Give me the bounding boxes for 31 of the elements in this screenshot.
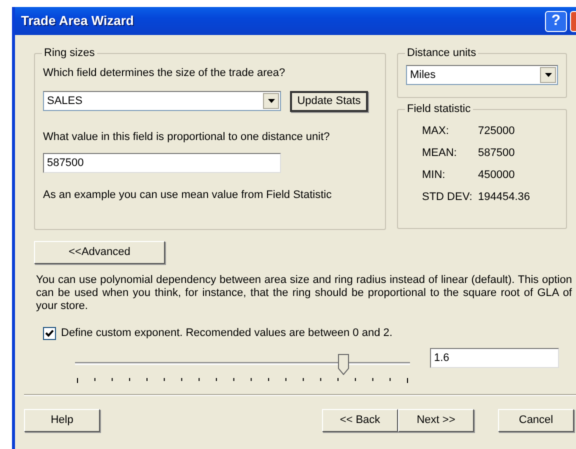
dropdown-field[interactable]: Miles	[406, 65, 558, 85]
stat-label: STD DEV:	[422, 190, 474, 205]
stat-value: 194454.36	[478, 190, 530, 205]
exponent-field[interactable]: 1.6	[430, 348, 559, 368]
window-title: Trade Area Wizard	[21, 12, 134, 30]
stat-label: MEAN:	[422, 146, 458, 161]
stat-label: MAX:	[422, 124, 450, 139]
stat-value: 587500	[478, 146, 515, 161]
stat-label: MIN:	[422, 168, 446, 183]
help-button[interactable]: Help	[24, 408, 100, 432]
dropdown-field[interactable]: SALES	[43, 91, 281, 111]
cancel-button[interactable]: Cancel	[498, 408, 574, 432]
group-label: Ring sizes	[43, 48, 96, 59]
update-stats-button[interactable]: Update Stats	[290, 90, 368, 112]
slider-thumb[interactable]	[338, 354, 349, 374]
group-label: Field statistic	[406, 104, 472, 115]
slider[interactable]	[75, 354, 410, 384]
nav-button[interactable]: Next >>	[398, 408, 474, 432]
checkbox-label: Define custom exponent. Recomended values are between 0 and 2.	[61, 326, 392, 341]
checkbox[interactable]	[43, 326, 56, 340]
group-label: Distance units	[406, 48, 478, 59]
description-text: You can use polynomial dependency between area size and ring radius instead of linear (default). This option can be used when you think, for instance, that the ring should be proportional to the square root of GLA of your store.	[36, 274, 572, 313]
stat-value: 450000	[478, 168, 515, 183]
stat-value: 725000	[478, 124, 515, 139]
question-label: What value in this field is proportional to one distance unit?	[43, 130, 330, 144]
value-field[interactable]: 587500	[43, 153, 281, 173]
advanced-button[interactable]: <<Advanced	[34, 241, 165, 264]
nav-button[interactable]: << Back	[322, 408, 398, 432]
help-button[interactable]: ?	[545, 10, 567, 32]
question-label: Which field determines the size of the trade area?	[43, 66, 286, 81]
hint-text: As an example you can use mean value from Field Statistic	[43, 188, 332, 203]
